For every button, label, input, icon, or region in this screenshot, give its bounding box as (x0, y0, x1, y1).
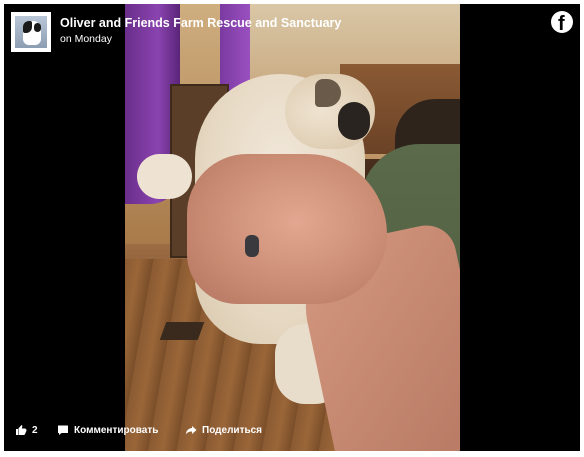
photo-background (159, 322, 205, 340)
like-button[interactable]: 2 (15, 418, 38, 442)
page-avatar[interactable] (11, 12, 51, 52)
photo-subject (187, 154, 387, 304)
facebook-icon[interactable]: f (551, 11, 573, 33)
comment-button[interactable]: Комментировать (57, 418, 158, 442)
cow-avatar-icon (15, 16, 47, 48)
share-label: Поделиться (202, 424, 263, 436)
embedded-post: Oliver and Friends Farm Rescue and Sanct… (4, 4, 580, 451)
photo-subject (338, 102, 370, 140)
post-timestamp[interactable]: on Monday (60, 33, 112, 45)
share-arrow-icon (186, 426, 197, 435)
share-button[interactable]: Поделиться (185, 418, 262, 442)
thumbs-up-icon (16, 425, 27, 435)
facebook-glyph: f (558, 13, 565, 33)
page-name-link[interactable]: Oliver and Friends Farm Rescue and Sanct… (60, 16, 341, 30)
post-actions: 2 Комментировать Поделиться (4, 418, 580, 442)
comment-icon (58, 425, 68, 435)
like-count: 2 (32, 424, 38, 436)
comment-label: Комментировать (74, 424, 159, 436)
post-header: Oliver and Friends Farm Rescue and Sanct… (4, 4, 580, 60)
post-photo[interactable] (125, 4, 460, 451)
photo-subject (245, 235, 259, 257)
photo-subject (137, 154, 192, 199)
cow-spot (34, 23, 41, 32)
